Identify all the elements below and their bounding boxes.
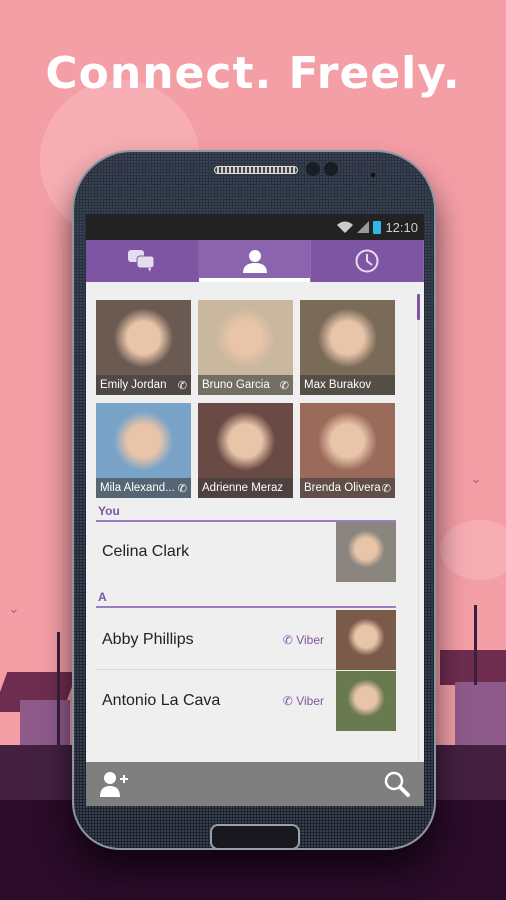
wifi-icon bbox=[337, 221, 354, 233]
contact-row[interactable]: Celina Clark bbox=[96, 522, 396, 582]
house-roof bbox=[440, 650, 506, 685]
favorites-grid: Emily Jordan ✆ Bruno Garcia ✆ Max Burakov … bbox=[96, 300, 396, 498]
favorite-tile[interactable]: Bruno Garcia ✆ bbox=[198, 300, 293, 395]
speaker-grille bbox=[214, 166, 298, 174]
section-header: You bbox=[96, 504, 396, 522]
viber-phone-icon: ✆ bbox=[177, 483, 187, 495]
contact-avatar bbox=[336, 522, 396, 582]
utility-pole bbox=[57, 632, 60, 747]
favorite-name: Bruno Garcia bbox=[202, 379, 270, 391]
tab-chats[interactable] bbox=[86, 240, 199, 282]
tab-recents[interactable] bbox=[311, 240, 424, 282]
viber-phone-icon: ✆ bbox=[177, 380, 187, 392]
favorite-tile[interactable]: Max Burakov bbox=[300, 300, 395, 395]
search-icon[interactable] bbox=[384, 771, 410, 797]
section-header: A bbox=[96, 590, 396, 608]
bird-icon: ⌄ bbox=[470, 470, 482, 486]
signal-icon bbox=[357, 221, 370, 233]
headline: Connect. Freely. bbox=[45, 48, 461, 99]
chat-bubbles-icon bbox=[127, 250, 155, 272]
phone-frame: 12:10 Emily Jordan ✆ Bruno Garcia ✆ Max … bbox=[72, 150, 436, 850]
tab-contacts[interactable] bbox=[198, 240, 312, 282]
contact-row[interactable]: Abby Phillips ✆ Viber bbox=[96, 609, 396, 670]
favorite-name: Brenda Olivera bbox=[304, 482, 381, 494]
contact-name: Abby Phillips bbox=[102, 630, 194, 648]
favorite-name: Max Burakov bbox=[304, 379, 372, 391]
favorite-tile[interactable]: Adrienne Meraz bbox=[198, 403, 293, 498]
contact-row[interactable]: Antonio La Cava ✆ Viber bbox=[96, 671, 396, 731]
viber-label: Viber bbox=[296, 632, 324, 647]
battery-icon bbox=[373, 220, 382, 234]
status-bar: 12:10 bbox=[86, 214, 424, 240]
viber-badge: ✆ Viber bbox=[283, 694, 324, 708]
viber-phone-icon: ✆ bbox=[282, 694, 293, 708]
viber-label: Viber bbox=[296, 694, 324, 708]
favorite-tile[interactable]: Mila Alexand... ✆ bbox=[96, 403, 191, 498]
favorite-name: Adrienne Meraz bbox=[202, 482, 284, 494]
sensor bbox=[324, 162, 338, 176]
tab-bar bbox=[86, 240, 424, 282]
scrollbar[interactable] bbox=[417, 294, 420, 320]
utility-pole bbox=[474, 605, 477, 685]
scroll-track bbox=[418, 320, 419, 762]
viber-phone-icon: ✆ bbox=[381, 483, 391, 495]
front-camera bbox=[370, 172, 376, 178]
contacts-list: Emily Jordan ✆ Bruno Garcia ✆ Max Burakov … bbox=[86, 282, 424, 762]
viber-phone-icon: ✆ bbox=[282, 632, 293, 647]
house bbox=[455, 682, 506, 745]
person-icon bbox=[242, 250, 267, 273]
home-button[interactable] bbox=[210, 824, 300, 850]
cloud bbox=[440, 520, 506, 580]
clock: 12:10 bbox=[385, 219, 418, 235]
bottom-bar bbox=[86, 762, 424, 806]
house bbox=[20, 700, 70, 745]
favorite-tile[interactable]: Emily Jordan ✆ bbox=[96, 300, 191, 395]
favorite-tile[interactable]: Brenda Olivera ✆ bbox=[300, 403, 395, 498]
bird-icon: ⌄ bbox=[8, 600, 20, 616]
favorite-name: Emily Jordan bbox=[100, 379, 167, 391]
add-contact-icon[interactable] bbox=[100, 771, 130, 797]
sensor bbox=[306, 162, 320, 176]
screen: 12:10 Emily Jordan ✆ Bruno Garcia ✆ Max … bbox=[86, 214, 424, 806]
contact-name: Celina Clark bbox=[102, 543, 190, 560]
clock-icon bbox=[355, 249, 379, 273]
contact-avatar bbox=[336, 609, 396, 670]
viber-badge: ✆ Viber bbox=[283, 633, 324, 647]
contact-name: Antonio La Cava bbox=[102, 692, 221, 709]
favorite-name: Mila Alexand... bbox=[100, 482, 175, 494]
contact-avatar bbox=[336, 671, 396, 731]
viber-phone-icon: ✆ bbox=[279, 380, 289, 392]
